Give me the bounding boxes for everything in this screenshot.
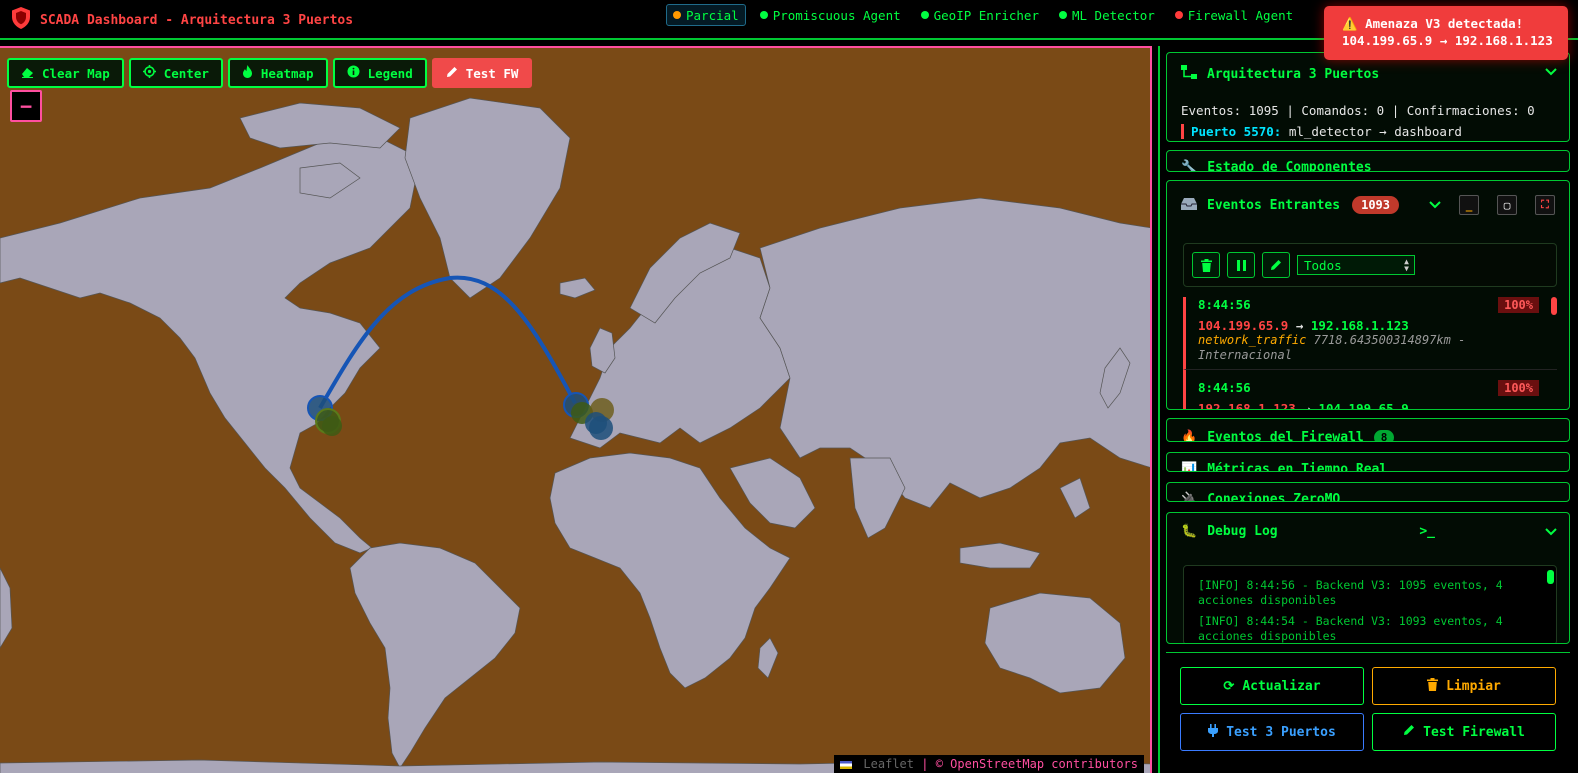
fire-icon xyxy=(242,65,253,81)
chevron-down-icon[interactable] xyxy=(1545,525,1557,539)
edit-button[interactable] xyxy=(1262,252,1290,278)
shield-icon xyxy=(10,6,32,34)
refresh-button[interactable]: ⟳ Actualizar xyxy=(1180,667,1364,705)
debug-log-panel: 🐛 Debug Log >_ [INFO] 8:44:56 - Backend … xyxy=(1166,512,1570,644)
metrics-panel[interactable]: 📊 Métricas en Tiempo Real xyxy=(1166,452,1570,472)
test-firewall-map-button[interactable]: Test FW xyxy=(431,58,533,88)
copy-icon[interactable]: ▢ xyxy=(1497,195,1517,215)
app-title: SCADA Dashboard - Arquitectura 3 Puertos xyxy=(40,12,354,28)
world-map[interactable]: Clear Map Center Heatmap Legend Test FW xyxy=(0,46,1152,773)
test-firewall-button[interactable]: Test Firewall xyxy=(1372,713,1556,751)
status-dot-icon xyxy=(673,11,681,19)
plug-icon xyxy=(1208,723,1219,741)
clear-map-button[interactable]: Clear Map xyxy=(7,58,124,88)
select-arrows-icon: ▲ ▼ xyxy=(1404,257,1409,273)
log-line: [INFO] 8:44:56 - Backend V3: 1095 evento… xyxy=(1198,578,1503,607)
architecture-panel: Arquitectura 3 Puertos Eventos: 1095 | C… xyxy=(1166,52,1570,142)
threat-alert-toast[interactable]: ⚠️ Amenaza V3 detectada! 104.199.65.9 → … xyxy=(1324,6,1568,60)
confidence-badge: 100% xyxy=(1498,297,1539,313)
fullscreen-icon[interactable]: ⛶ xyxy=(1535,195,1555,215)
sidebar: Arquitectura 3 Puertos Eventos: 1095 | C… xyxy=(1158,46,1578,773)
list-item[interactable]: 8:44:56 100% 104.199.65.9 → 192.168.1.12… xyxy=(1183,297,1557,370)
brand: SCADA Dashboard - Arquitectura 3 Puertos xyxy=(10,6,353,34)
inbox-icon xyxy=(1181,197,1197,214)
pencil-icon xyxy=(446,66,458,81)
test-ports-button[interactable]: Test 3 Puertos xyxy=(1180,713,1364,751)
info-circle-icon xyxy=(347,65,360,81)
zmq-panel[interactable]: 🔌 Conexiones ZeroMQ xyxy=(1166,482,1570,502)
status-pill-promiscuous-agent[interactable]: Promiscuous Agent xyxy=(754,4,907,26)
status-label: Parcial xyxy=(686,7,739,23)
status-label: ML Detector xyxy=(1071,7,1155,23)
fire-icon: 🔥 xyxy=(1181,429,1198,442)
leaflet-flag-icon xyxy=(840,760,853,769)
status-label: Promiscuous Agent xyxy=(772,7,901,23)
pause-button[interactable] xyxy=(1227,252,1255,278)
eraser-icon xyxy=(21,66,34,81)
world-map-tiles xyxy=(0,97,1150,773)
debug-log-header[interactable]: 🐛 Debug Log >_ xyxy=(1167,513,1569,549)
incoming-events-header[interactable]: Eventos Entrantes 1093 _ ▢ ⛶ xyxy=(1167,181,1569,229)
list-item[interactable]: 8:44:56 100% 192.168.1.123 → 104.199.65.… xyxy=(1183,370,1557,409)
status-pill-ml-detector[interactable]: ML Detector xyxy=(1053,4,1161,26)
attack-markers[interactable] xyxy=(307,392,614,440)
plug-icon: 🔌 xyxy=(1181,491,1198,502)
clear-button[interactable]: Limpiar xyxy=(1372,667,1556,705)
map-controls: Clear Map Center Heatmap Legend Test FW xyxy=(7,58,533,88)
firewall-events-panel[interactable]: 🔥 Eventos del Firewall 8 xyxy=(1166,418,1570,442)
architecture-body: Eventos: 1095 | Comandos: 0 | Confirmaci… xyxy=(1167,103,1569,139)
leaflet-link[interactable]: Leaflet xyxy=(863,757,914,771)
status-dot-icon xyxy=(1174,11,1183,19)
status-pill-firewall-agent[interactable]: Firewall Agent xyxy=(1169,4,1299,26)
events-count-badge: 1093 xyxy=(1352,196,1399,214)
heatmap-button[interactable]: Heatmap xyxy=(227,58,328,88)
network-icon xyxy=(1181,65,1197,83)
action-buttons: ⟳ Actualizar Limpiar Test 3 Puertos Test… xyxy=(1166,652,1570,751)
status-dot-icon xyxy=(920,11,929,19)
architecture-counts: Eventos: 1095 | Comandos: 0 | Confirmaci… xyxy=(1181,103,1535,118)
status-label: Firewall Agent xyxy=(1187,7,1294,23)
component-status-bar: Parcial Promiscuous Agent GeoIP Enricher… xyxy=(666,4,1307,26)
confidence-badge: 100% xyxy=(1498,380,1539,396)
status-pill-overall[interactable]: Parcial xyxy=(666,4,746,26)
events-filter-bar: Todos ▲ ▼ xyxy=(1183,243,1557,287)
wrench-icon: 🔧 xyxy=(1181,159,1198,172)
bug-icon: 🐛 xyxy=(1181,523,1198,539)
minimize-button[interactable]: _ xyxy=(1459,195,1479,215)
status-pill-geoip-enricher[interactable]: GeoIP Enricher xyxy=(915,4,1045,26)
trash-icon xyxy=(1427,677,1439,695)
toast-title: Amenaza V3 detectada! xyxy=(1365,16,1524,31)
legend-button[interactable]: Legend xyxy=(332,58,427,88)
warning-icon: ⚠️ xyxy=(1342,16,1358,31)
chevron-down-icon[interactable] xyxy=(1545,65,1557,79)
log-line: [INFO] 8:44:54 - Backend V3: 1093 evento… xyxy=(1198,614,1503,643)
event-filter-select[interactable]: Todos ▲ ▼ xyxy=(1297,255,1415,275)
chart-icon: 📊 xyxy=(1181,461,1198,472)
center-map-button[interactable]: Center xyxy=(128,58,223,88)
connection-arc xyxy=(318,275,577,409)
osm-link[interactable]: © OpenStreetMap contributors xyxy=(936,757,1138,771)
scrollbar[interactable] xyxy=(1551,297,1557,315)
components-panel[interactable]: 🔧 Estado de Componentes xyxy=(1166,150,1570,172)
terminal-icon: >_ xyxy=(1419,523,1435,539)
scrollbar[interactable] xyxy=(1547,570,1554,584)
crosshair-icon xyxy=(142,65,156,81)
map-attribution: Leaflet | © OpenStreetMap contributors xyxy=(834,755,1144,773)
status-dot-icon xyxy=(1058,11,1067,19)
firewall-count-badge: 8 xyxy=(1373,429,1395,441)
pencil-icon xyxy=(1403,724,1415,740)
events-list: 8:44:56 100% 104.199.65.9 → 192.168.1.12… xyxy=(1183,297,1557,409)
port-info: Puerto 5570: ml_detector → dashboard xyxy=(1181,124,1555,139)
status-label: GeoIP Enricher xyxy=(933,7,1039,23)
incoming-events-title: Eventos Entrantes xyxy=(1207,197,1341,213)
status-dot-icon xyxy=(759,11,768,19)
toast-detail: 104.199.65.9 → 192.168.1.123 xyxy=(1342,33,1553,48)
refresh-icon: ⟳ xyxy=(1223,678,1235,694)
debug-log-output: [INFO] 8:44:56 - Backend V3: 1095 evento… xyxy=(1183,565,1557,643)
incoming-events-panel: Eventos Entrantes 1093 _ ▢ ⛶ Todos ▲ ▼ 8… xyxy=(1166,180,1570,410)
architecture-title: Arquitectura 3 Puertos xyxy=(1207,66,1380,82)
trash-button[interactable] xyxy=(1192,252,1220,278)
zoom-out-button[interactable]: − xyxy=(10,90,42,122)
chevron-down-icon[interactable] xyxy=(1429,198,1441,213)
